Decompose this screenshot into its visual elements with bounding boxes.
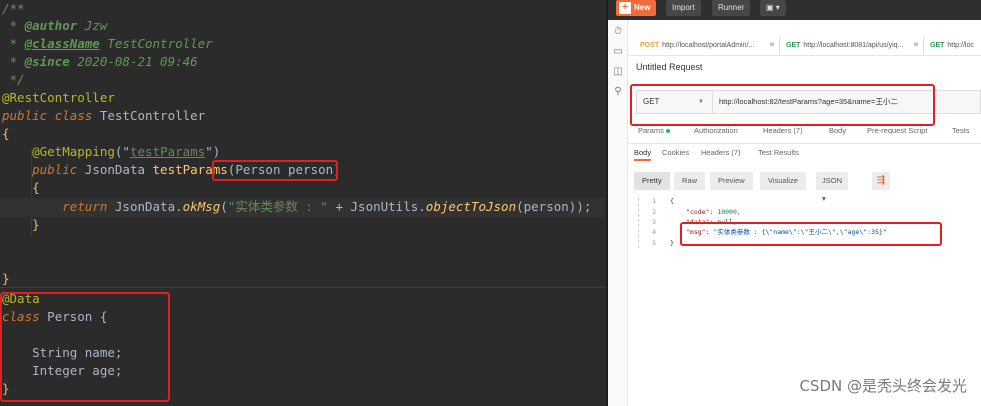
url-bar: GET ▼ http://localhost:82/testParams?age=…	[636, 90, 981, 114]
tab-body[interactable]: Body	[829, 126, 846, 135]
code-line-10: public JsonData testParams(Person person…	[32, 162, 341, 177]
code-line-1: /**	[2, 1, 25, 16]
request-options-tabs: Params Authorization Headers (7) Body Pr…	[636, 126, 981, 140]
request-tab-2[interactable]: GET http://localhost:8081/api/us/yiq... ✕	[782, 37, 924, 55]
editor-pane-person[interactable]: @Data class Person { String name; Intege…	[0, 287, 606, 406]
method-select[interactable]: GET ▼	[637, 91, 713, 113]
code-line-4: * @since 2020-08-21 09:46	[2, 54, 198, 69]
collections-icon[interactable]: ▭	[612, 46, 624, 58]
code-line-6: @RestController	[2, 90, 115, 105]
code-line-19: }	[2, 381, 10, 396]
format-select[interactable]: JSON ▾	[816, 172, 849, 203]
code-line-11: {	[32, 180, 40, 195]
editor-pane-controller[interactable]: /** * @author Jzw * @className TestContr…	[0, 0, 606, 287]
tab-authorization[interactable]: Authorization	[694, 126, 738, 135]
tab-cookies[interactable]: Cookies	[662, 148, 689, 157]
tab-params[interactable]: Params	[638, 126, 670, 135]
code-line-8: {	[2, 126, 10, 141]
code-line-14: }	[2, 271, 10, 286]
code-line-9: @GetMapping("testParams")	[32, 144, 221, 159]
request-tabs-bar: POST http://localhost/portalAdmin/... ✕ GE…	[628, 34, 981, 56]
code-line-18: Integer age;	[2, 363, 123, 378]
wrap-lines-icon[interactable]: ⇶	[872, 172, 890, 190]
tab-response-body[interactable]: Body	[634, 148, 652, 161]
code-line-7: public class TestController	[2, 108, 206, 123]
postman-sidebar: ⏱ ▭ ◫ ⚲	[608, 20, 628, 406]
code-line-13: }	[32, 217, 40, 232]
code-editor[interactable]: /** * @author Jzw * @className TestContr…	[0, 0, 606, 406]
request-tab-1[interactable]: POST http://localhost/portalAdmin/... ✕	[636, 37, 780, 55]
code-line-17: String name;	[2, 345, 123, 360]
watermark: CSDN @是秃头终会发光	[799, 377, 967, 395]
close-icon[interactable]: ✕	[769, 37, 775, 55]
chevron-down-icon: ▼	[698, 99, 704, 105]
url-input[interactable]: http://localhost:82/testParams?age=35&na…	[719, 91, 898, 113]
preview-button[interactable]: Preview	[710, 172, 753, 190]
tab-test-results[interactable]: Test Results	[758, 148, 799, 157]
import-button[interactable]: Import	[666, 0, 701, 16]
active-dot-icon	[665, 129, 670, 134]
code-line-5: */	[2, 72, 25, 87]
runner-button[interactable]: Runner	[712, 0, 751, 16]
window-icon: ▣	[766, 3, 774, 12]
history-icon[interactable]: ⏱	[612, 26, 624, 38]
chevron-down-icon: ▾	[775, 3, 780, 12]
pretty-button[interactable]: Pretty	[634, 172, 670, 190]
chevron-down-icon: ▾	[822, 194, 826, 203]
tab-pre-request-script[interactable]: Pre-request Script	[867, 126, 927, 135]
environments-icon[interactable]: ⚲	[612, 86, 624, 98]
code-line-2: * @author Jzw	[2, 18, 108, 33]
tab-headers[interactable]: Headers (7)	[763, 126, 803, 135]
tab-tests[interactable]: Tests	[952, 126, 970, 135]
new-window-button[interactable]: ▣ ▾	[760, 0, 786, 16]
fold-guide	[638, 198, 639, 248]
request-title: Untitled Request	[636, 62, 703, 72]
code-line-3: * @className TestController	[2, 36, 213, 51]
visualize-button[interactable]: Visualize	[760, 172, 806, 190]
postman-window[interactable]: + New Import Runner ▣ ▾ ⏱ ▭ ◫ ⚲ POST http:…	[608, 0, 981, 406]
code-line-16: class Person {	[2, 309, 108, 324]
plus-icon: +	[619, 2, 631, 14]
raw-button[interactable]: Raw	[674, 172, 706, 190]
tab-response-headers[interactable]: Headers (7)	[701, 148, 741, 157]
close-icon[interactable]: ✕	[913, 37, 919, 55]
apis-icon[interactable]: ◫	[612, 66, 624, 78]
postman-toolbar: + New Import Runner ▣ ▾	[608, 0, 981, 20]
code-line-12: return JsonData.okMsg("实体类参数 : " + JsonU…	[62, 199, 592, 214]
active-underline	[634, 159, 652, 161]
new-button[interactable]: + New	[616, 0, 657, 16]
request-tab-3[interactable]: GET http://loc	[926, 37, 981, 55]
divider	[628, 143, 981, 144]
code-line-15: @Data	[2, 291, 40, 306]
